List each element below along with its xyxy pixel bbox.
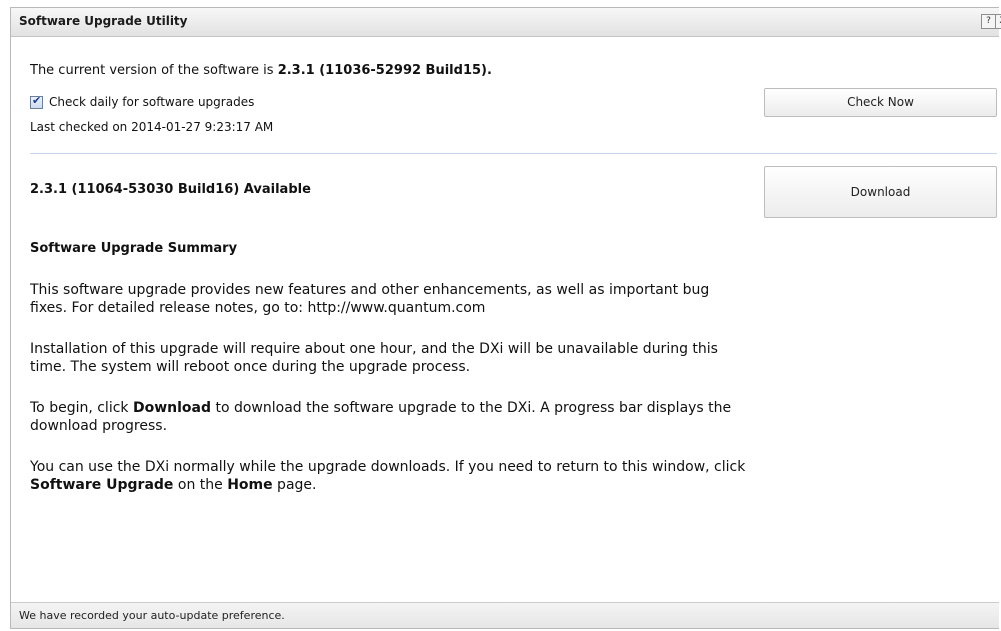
p3-text-a: To begin, click <box>30 400 133 416</box>
dialog-title: Software Upgrade Utility <box>19 14 188 28</box>
dialog-content: The current version of the software is 2… <box>11 36 999 602</box>
p4-text-a: You can use the DXi normally while the u… <box>30 459 746 475</box>
dialog-titlebar: Software Upgrade Utility ? X <box>11 8 1001 37</box>
download-button[interactable]: Download <box>764 166 997 218</box>
p3-download-word: Download <box>132 400 212 416</box>
summary-paragraph-3: To begin, click Download to download the… <box>30 399 750 435</box>
check-now-button[interactable]: Check Now <box>764 88 997 117</box>
summary-heading: Software Upgrade Summary <box>30 241 238 256</box>
summary-paragraph-2: Installation of this upgrade will requir… <box>30 341 718 375</box>
summary-paragraph-4: You can use the DXi normally while the u… <box>30 458 750 494</box>
last-checked-text: Last checked on 2014-01-27 9:23:17 AM <box>30 120 274 134</box>
p4-text-c: on the <box>173 477 228 493</box>
current-version-prefix: The current version of the software is <box>30 63 278 78</box>
help-icon[interactable]: ? <box>981 14 996 29</box>
check-daily-row[interactable]: Check daily for software upgrades <box>30 94 254 109</box>
software-upgrade-dialog: Software Upgrade Utility ? X The current… <box>10 7 1001 629</box>
close-icon[interactable]: X <box>995 14 1001 29</box>
current-version-number: 2.3.1 (11036-52992 Build15). <box>277 63 492 78</box>
current-version-text: The current version of the software is 2… <box>30 63 492 78</box>
status-bar: We have recorded your auto-update prefer… <box>11 602 999 628</box>
summary-paragraph-1: This software upgrade provides new featu… <box>30 282 710 316</box>
check-daily-label[interactable]: Check daily for software upgrades <box>49 95 254 109</box>
status-message: We have recorded your auto-update prefer… <box>19 609 285 622</box>
section-divider <box>30 153 997 154</box>
p4-text-e: page. <box>272 477 317 493</box>
p4-software-upgrade-word: Software Upgrade <box>30 477 174 493</box>
check-daily-checkbox[interactable] <box>30 94 43 109</box>
p4-home-word: Home <box>227 477 273 493</box>
available-version-label: 2.3.1 (11064-53030 Build16) Available <box>30 182 311 197</box>
